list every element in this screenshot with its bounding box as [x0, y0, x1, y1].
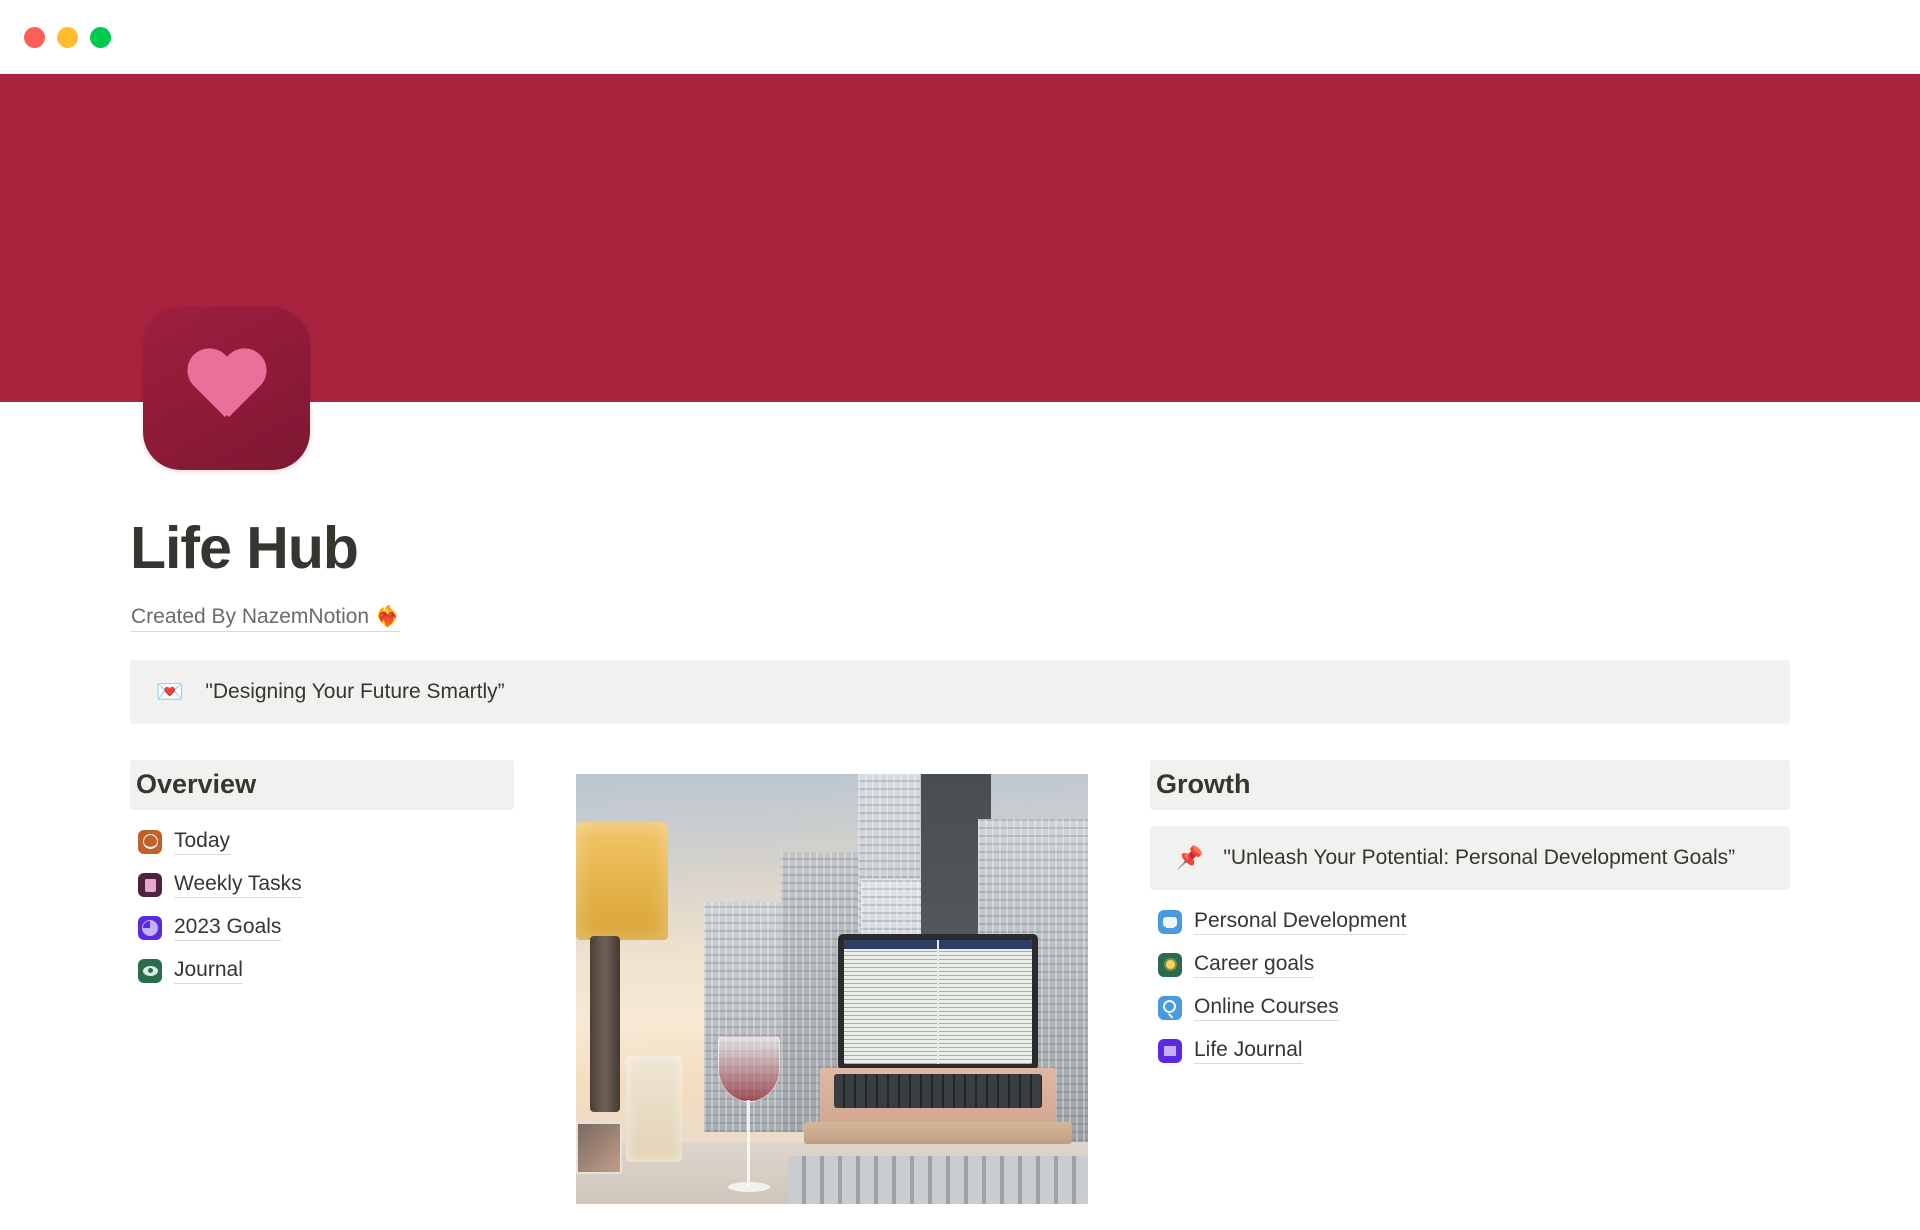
list-item-weekly-tasks[interactable]: Weekly Tasks — [130, 863, 514, 906]
photo-laptop-keyboard — [834, 1073, 1042, 1108]
maximize-window-button[interactable] — [90, 26, 111, 48]
eye-icon — [138, 958, 162, 983]
desk-sunset-photo[interactable] — [576, 773, 1088, 1204]
list-item-career-goals[interactable]: Career goals — [1150, 943, 1790, 986]
list-item-label: Weekly Tasks — [174, 872, 302, 898]
growth-link-list: Personal Development Career goals Online… — [1150, 900, 1790, 1072]
growth-heading: Growth — [1150, 759, 1790, 811]
list-item-2023-goals[interactable]: 2023 Goals — [130, 906, 514, 949]
photo-wine-glass-foot — [728, 1181, 770, 1192]
search-icon — [1158, 995, 1182, 1020]
list-item-online-courses[interactable]: Online Courses — [1150, 986, 1790, 1029]
close-window-button[interactable] — [24, 26, 45, 48]
page-title: Life Hub — [130, 515, 359, 581]
window-traffic-lights — [24, 26, 111, 48]
list-item-life-journal[interactable]: Life Journal — [1150, 1029, 1790, 1072]
book-icon — [1158, 1038, 1182, 1063]
photo-wine-glass-bowl — [718, 1035, 780, 1102]
minimize-window-button[interactable] — [57, 26, 78, 48]
page-byline[interactable]: Created By NazemNotion ❤️‍🔥 — [131, 604, 400, 632]
three-column-layout: Overview Today Weekly Tasks 2023 Goals J… — [0, 759, 1920, 1230]
photo-external-keyboard — [788, 1155, 1088, 1204]
list-item-label: Journal — [174, 958, 243, 984]
byline-text: Created By NazemNotion — [131, 604, 370, 628]
quote-callout-text: "Designing Your Future Smartly” — [205, 679, 505, 703]
photo-wine-glass-stem — [747, 1099, 750, 1186]
overview-column: Overview Today Weekly Tasks 2023 Goals J… — [130, 759, 514, 992]
list-item-label: Online Courses — [1194, 995, 1339, 1021]
quote-callout: 💌 "Designing Your Future Smartly” — [130, 659, 1790, 724]
list-item-label: Life Journal — [1194, 1038, 1303, 1064]
photo-lamp-shade — [576, 821, 668, 940]
lightbulb-icon — [1158, 952, 1182, 977]
clock-icon — [138, 829, 162, 854]
photo-lamp-base — [590, 935, 620, 1112]
photo-column — [576, 773, 1088, 1204]
window-titlebar — [0, 0, 1920, 74]
list-item-journal[interactable]: Journal — [130, 949, 514, 992]
growth-column: Growth 📌 "Unleash Your Potential: Person… — [1150, 759, 1790, 1072]
list-item-label: Career goals — [1194, 952, 1315, 978]
growth-callout: 📌 "Unleash Your Potential: Personal Deve… — [1150, 826, 1790, 891]
overview-link-list: Today Weekly Tasks 2023 Goals Journal — [130, 820, 514, 992]
list-item-personal-development[interactable]: Personal Development — [1150, 900, 1790, 943]
list-item-label: Personal Development — [1194, 909, 1407, 935]
photo-candle — [626, 1055, 682, 1162]
love-letter-icon: 💌 — [156, 678, 184, 704]
growth-callout-text: "Unleash Your Potential: Personal Develo… — [1223, 846, 1736, 870]
list-item-label: Today — [174, 829, 231, 855]
photo-laptop-screen — [838, 933, 1038, 1070]
pie-chart-icon — [138, 915, 162, 940]
heart-on-fire-icon: ❤️‍🔥 — [374, 605, 400, 628]
pushpin-icon: 📌 — [1176, 845, 1204, 871]
page-content: Life Hub Created By NazemNotion ❤️‍🔥 💌 "… — [0, 402, 1920, 1230]
chat-icon — [1158, 909, 1182, 934]
document-icon — [138, 872, 162, 897]
overview-heading: Overview — [130, 759, 514, 811]
photo-laptop-stand — [804, 1121, 1072, 1144]
photo-picture-frame — [576, 1121, 622, 1174]
list-item-today[interactable]: Today — [130, 820, 514, 863]
list-item-label: 2023 Goals — [174, 915, 282, 941]
